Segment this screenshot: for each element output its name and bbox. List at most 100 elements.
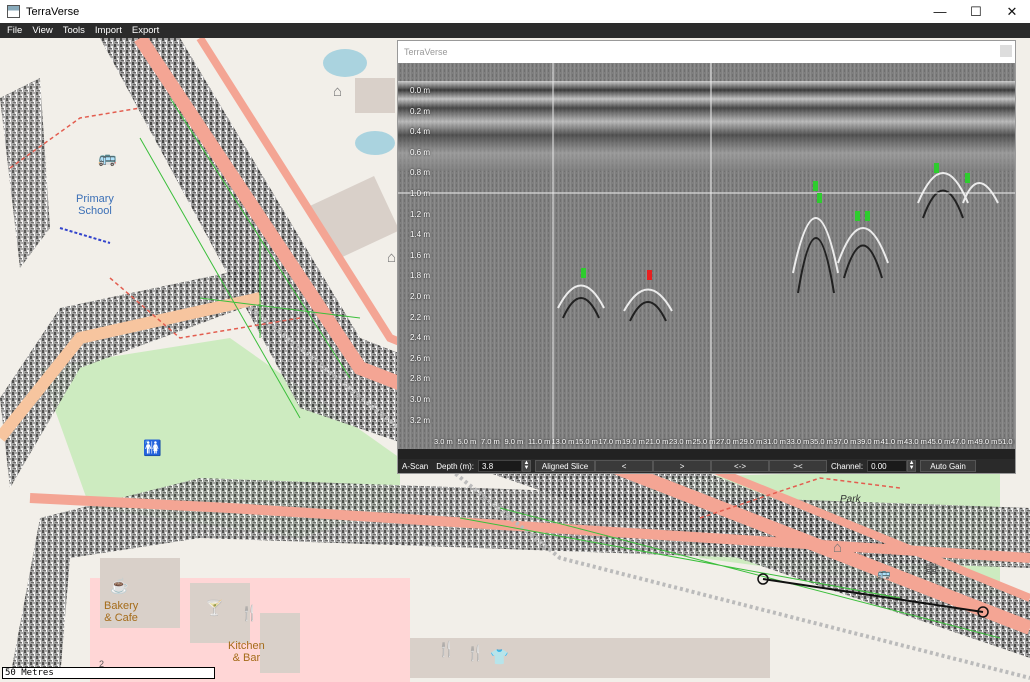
target-marker[interactable]	[865, 211, 870, 221]
menu-bar: File View Tools Import Export	[0, 23, 1030, 38]
bus-stop-icon: 🚌	[98, 150, 117, 167]
distance-tick-label: 27.0 m	[716, 437, 739, 446]
depth-tick-label: 2.8 m	[410, 374, 431, 384]
label-bakery: Bakery & Cafe	[104, 600, 139, 624]
distance-tick-label: 7.0 m	[481, 437, 500, 446]
distance-tick-label: 43.0 m	[904, 437, 927, 446]
depth-tick-label: 1.8 m	[410, 271, 431, 281]
depth-tick-label: 0.2 m	[410, 106, 431, 116]
app-icon	[7, 5, 20, 18]
channel-label: Channel:	[831, 461, 864, 471]
distance-tick-label: 15.0 m	[575, 437, 598, 446]
radargram-close-button[interactable]	[1000, 45, 1012, 57]
shelter-icon: ⌂	[387, 249, 397, 266]
depth-tick-label: 2.2 m	[410, 312, 431, 322]
distance-tick-label: 11.0 m	[528, 437, 551, 446]
distance-tick-label: 33.0 m	[786, 437, 810, 446]
menu-view[interactable]: View	[27, 25, 57, 36]
bar-icon: 🍸	[205, 600, 224, 617]
depth-tick-label: 3.0 m	[410, 395, 431, 404]
cafe-icon: ☕	[110, 578, 129, 595]
prev-button[interactable]: <	[595, 460, 654, 472]
distance-tick-label: 49.0 m	[974, 437, 998, 446]
distance-tick-label: 25.0 m	[692, 437, 716, 446]
distance-tick-label: 29.0 m	[739, 437, 763, 446]
expand-button[interactable]: <->	[711, 460, 770, 472]
restaurant-icon: 🍴	[437, 641, 456, 658]
bus-stop-icon: 🚌	[877, 568, 891, 580]
radargram-view[interactable]: 0.0 m 0.2 m 0.4 m 0.6 m 0.8 m 1.0 m 1.2 m 1.4 m…	[398, 63, 1015, 449]
water	[355, 131, 395, 155]
restaurant-icon: 🍴	[240, 605, 259, 622]
depth-tick-label: 1.0 m	[410, 189, 431, 198]
depth-tick-label: 0.8 m	[410, 168, 431, 178]
next-button[interactable]: >	[653, 460, 712, 472]
restaurant-icon: 🍴	[466, 645, 485, 662]
distance-tick-label: 35.0 m	[810, 437, 833, 446]
auto-gain-button[interactable]: Auto Gain	[920, 460, 977, 472]
depth-tick-label: 0.0 m	[410, 86, 431, 95]
target-marker[interactable]	[855, 211, 860, 221]
scan-swath	[0, 78, 50, 268]
distance-tick-label: 47.0 m	[951, 437, 974, 446]
depth-tick-label: 1.6 m	[410, 250, 431, 260]
label-primary-school: Primary School	[76, 193, 114, 217]
distance-tick-label: 51.0 m	[998, 437, 1015, 446]
menu-import[interactable]: Import	[90, 25, 127, 36]
depth-tick-label: 0.6 m	[410, 147, 431, 157]
close-button[interactable]: ✕	[994, 0, 1030, 23]
menu-tools[interactable]: Tools	[58, 25, 90, 36]
contract-button[interactable]: ><	[769, 460, 828, 472]
depth-tick-label: 2.6 m	[410, 353, 431, 363]
toilets-icon: 🚻	[143, 440, 162, 457]
radargram-controls: A-Scan Depth (m): 3.8 ▲ ▼ Aligned Slice <…	[398, 459, 1015, 473]
depth-tick-label: 2.4 m	[410, 333, 431, 343]
distance-tick-label: 17.0 m	[598, 437, 622, 446]
maximize-button[interactable]: ☐	[958, 0, 994, 23]
depth-tick-label: 1.2 m	[410, 209, 431, 219]
radargram-image	[398, 63, 1015, 449]
shelter-icon: ⌂	[833, 539, 843, 556]
water	[323, 49, 367, 77]
depth-spinner[interactable]: ▲ ▼	[522, 460, 532, 472]
depth-label: Depth (m):	[436, 461, 475, 471]
distance-tick-label: 39.0 m	[857, 437, 880, 446]
target-marker[interactable]	[581, 268, 586, 278]
label-park: Park	[840, 494, 861, 505]
distance-tick-label: 31.0 m	[763, 437, 786, 446]
menu-file[interactable]: File	[0, 25, 27, 36]
distance-tick-label: 37.0 m	[833, 437, 857, 446]
radargram-window: TerraVerse 0.0 m 0.2 m 0.4 m 0.6 m 0.8 m…	[397, 40, 1016, 474]
channel-spinner[interactable]: ▲ ▼	[907, 460, 917, 472]
menu-export[interactable]: Export	[127, 25, 164, 36]
distance-tick-label: 23.0 m	[669, 437, 692, 446]
depth-tick-label: 3.2 m	[410, 415, 431, 425]
window-titlebar: TerraVerse — ☐ ✕	[0, 0, 1030, 23]
target-marker-selected[interactable]	[647, 270, 652, 280]
depth-tick-label: 1.4 m	[410, 230, 431, 240]
clothes-shop-icon: 👕	[490, 649, 509, 666]
building	[355, 78, 395, 113]
boundary-line	[59, 227, 111, 244]
target-marker[interactable]	[934, 163, 939, 173]
building	[310, 176, 400, 260]
label-kitchen: Kitchen & Bar	[228, 640, 265, 664]
building	[260, 613, 300, 673]
ascan-button[interactable]: A-Scan	[398, 460, 432, 472]
shelter-icon: ⌂	[333, 83, 343, 100]
radargram-title: TerraVerse	[404, 47, 448, 57]
aligned-slice-button[interactable]: Aligned Slice	[535, 460, 596, 472]
distance-tick-label: 19.0 m	[622, 437, 645, 446]
target-marker[interactable]	[813, 181, 818, 191]
channel-input[interactable]: 0.00	[867, 460, 908, 472]
depth-input[interactable]: 3.8	[478, 460, 523, 472]
distance-tick-label: 9.0 m	[504, 437, 524, 446]
window-title: TerraVerse	[26, 5, 80, 18]
distance-tick-label: 3.0 m	[434, 437, 453, 446]
depth-tick-label: 2.0 m	[410, 292, 431, 301]
scale-bar: 50 Metres	[2, 667, 215, 679]
target-marker[interactable]	[965, 173, 970, 183]
minimize-button[interactable]: —	[922, 0, 958, 23]
distance-tick-label: 5.0 m	[457, 437, 477, 446]
target-marker[interactable]	[817, 193, 822, 203]
